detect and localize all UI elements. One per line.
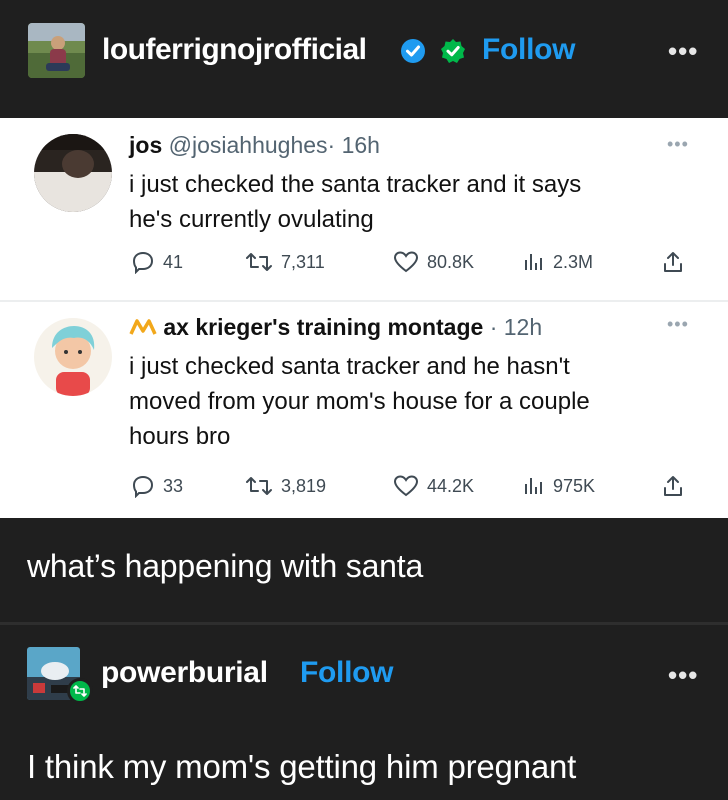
reblog-badge — [67, 678, 93, 704]
tweet-text-line: moved from your mom's house for a couple — [129, 388, 590, 415]
retweet-stat: 7,311 — [245, 250, 325, 274]
like-stat: 44.2K — [393, 474, 474, 498]
blog-avatar[interactable] — [28, 23, 85, 78]
like-stat: 80.8K — [393, 250, 474, 274]
retweet-icon — [246, 253, 272, 271]
retweet-count: 3,819 — [281, 475, 327, 496]
tweet-menu-icon: ••• — [667, 314, 689, 334]
tweet-time: · 12h — [489, 314, 543, 340]
share-stat — [661, 250, 685, 274]
tweet-text: i just checked santa tracker and he hasn… — [129, 349, 699, 454]
retweet-stat: 3,819 — [245, 474, 326, 498]
share-icon — [664, 252, 682, 272]
retweet-count: 7,311 — [281, 251, 325, 272]
views-count: 975K — [553, 475, 596, 496]
post-header: louferrignojrofficial Follow ••• — [0, 0, 728, 118]
post-menu-icon[interactable]: ••• — [668, 36, 698, 67]
tweet-text-line: he's currently ovulating — [129, 206, 374, 233]
share-stat — [661, 474, 685, 498]
reply-stat: 33 — [131, 474, 183, 498]
views-icon — [525, 478, 542, 494]
tweet-text-line: hours bro — [129, 423, 231, 450]
tweet-2: ax krieger's training montage · 12h ••• … — [0, 302, 728, 518]
tweet-text-line: i just checked santa tracker and he hasn… — [129, 353, 570, 380]
heart-icon — [393, 251, 419, 273]
tweet-header: ax krieger's training montage · 12h — [129, 314, 542, 341]
reblogger-name[interactable]: powerburial — [101, 656, 268, 690]
tweet-header: jos @josiahhughes· 16h — [129, 132, 380, 159]
like-count: 44.2K — [427, 475, 475, 496]
tweet-time: · 16h — [327, 132, 380, 158]
post-body-text: what’s happening with santa — [27, 548, 424, 584]
views-icon — [525, 254, 542, 270]
heart-icon — [393, 475, 419, 497]
reblog-divider — [0, 622, 728, 625]
reblog-icon — [73, 685, 87, 697]
follow-button[interactable]: Follow — [482, 33, 575, 67]
like-count: 80.8K — [427, 251, 475, 272]
views-stat: 975K — [521, 474, 595, 498]
tweet-display-name: jos — [129, 132, 163, 158]
retweet-icon — [246, 477, 272, 495]
chevron-logo-icon — [129, 319, 157, 335]
verified-blue-icon — [401, 39, 425, 63]
reblog-text: I think my mom's getting him pregnant — [27, 748, 577, 785]
tweet-avatar — [34, 318, 112, 396]
reply-icon — [132, 251, 154, 274]
reply-icon — [132, 475, 154, 498]
tweet-handle: @josiahhughes — [168, 132, 328, 158]
tweet-stats: 41 7,311 80.8K 2.3M — [129, 250, 699, 280]
reblog-menu-icon[interactable]: ••• — [668, 660, 698, 691]
reply-stat: 41 — [131, 250, 183, 274]
tweet-avatar — [34, 134, 112, 212]
reblog-follow-button[interactable]: Follow — [300, 656, 393, 690]
views-stat: 2.3M — [521, 250, 593, 274]
tweet-stats: 33 3,819 44.2K 975K — [129, 474, 699, 504]
tweet-display-name: ax krieger's training montage — [163, 314, 484, 340]
reply-count: 41 — [163, 251, 184, 272]
tweet-text-line: i just checked the santa tracker and it … — [129, 171, 582, 198]
share-icon — [664, 476, 682, 496]
tweet-text: i just checked the santa tracker and it … — [129, 167, 699, 237]
blog-name[interactable]: louferrignojrofficial — [102, 33, 367, 67]
tweet-menu-icon: ••• — [667, 134, 689, 154]
tweet-screenshot: jos @josiahhughes· 16h ••• i just checke… — [0, 118, 728, 518]
verified-green-icon — [441, 39, 465, 63]
views-count: 2.3M — [553, 251, 594, 272]
reply-count: 33 — [163, 475, 184, 496]
